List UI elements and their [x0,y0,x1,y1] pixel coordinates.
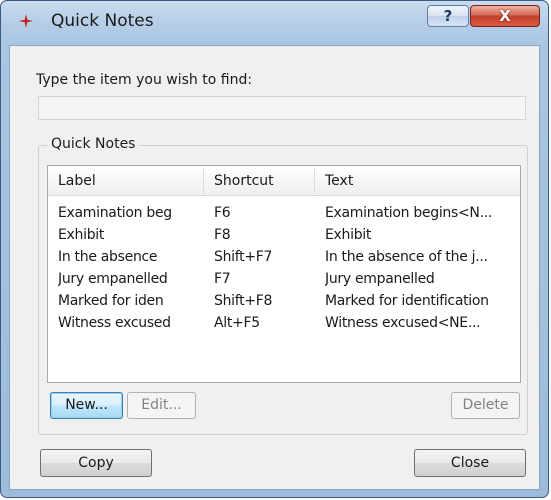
item-label: Examination beg [58,205,172,221]
item-shortcut: F7 [214,271,231,287]
quick-notes-dialog: Quick Notes ? X Type the item you wish t… [0,0,549,498]
window-title: Quick Notes [51,11,154,31]
edit-button[interactable]: Edit... [127,392,196,419]
item-text: Jury empanelled [325,271,435,287]
column-header-shortcut[interactable]: Shortcut [204,166,314,196]
item-label: Exhibit [58,227,105,243]
copy-button[interactable]: Copy [40,449,152,477]
close-icon: X [499,7,511,25]
help-button[interactable]: ? [427,5,469,27]
delete-button[interactable]: Delete [451,392,520,419]
find-input[interactable] [38,96,526,120]
list-body: Examination beg F6 Examination begins<N.… [48,202,520,334]
find-label: Type the item you wish to find: [36,72,253,88]
quick-notes-group: Quick Notes Label Shortcut Text Examinat… [38,136,528,435]
list-item[interactable]: Examination beg F6 Examination begins<N.… [48,202,520,224]
quick-notes-list[interactable]: Label Shortcut Text Examination beg F6 E… [47,165,521,383]
quick-notes-icon [19,14,33,28]
column-header-text[interactable]: Text [315,166,520,196]
close-button[interactable]: Close [414,449,526,477]
item-shortcut: Shift+F8 [214,293,273,309]
item-shortcut: F6 [214,205,231,221]
list-header: Label Shortcut Text [48,166,520,196]
item-shortcut: Shift+F7 [214,249,273,265]
item-label: In the absence [58,249,158,265]
help-icon: ? [443,7,453,25]
list-item[interactable]: Marked for iden Shift+F8 Marked for iden… [48,290,520,312]
list-item[interactable]: Exhibit F8 Exhibit [48,224,520,246]
list-item[interactable]: Witness excused Alt+F5 Witness excused<N… [48,312,520,334]
column-header-label[interactable]: Label [48,166,203,196]
group-title: Quick Notes [47,136,140,152]
title-bar[interactable]: Quick Notes ? X [1,1,548,45]
item-shortcut: Alt+F5 [214,315,260,331]
item-label: Witness excused [58,315,171,331]
window-close-button[interactable]: X [470,5,540,27]
item-label: Jury empanelled [58,271,168,287]
item-text: Witness excused<NE... [325,315,481,331]
list-item[interactable]: In the absence Shift+F7 In the absence o… [48,246,520,268]
item-text: In the absence of the j... [325,249,488,265]
item-shortcut: F8 [214,227,231,243]
new-button[interactable]: New... [50,392,123,419]
list-item[interactable]: Jury empanelled F7 Jury empanelled [48,268,520,290]
item-text: Marked for identification [325,293,489,309]
dialog-content: Type the item you wish to find: Quick No… [9,45,540,490]
item-text: Examination begins<N... [325,205,493,221]
item-text: Exhibit [325,227,372,243]
item-label: Marked for iden [58,293,164,309]
